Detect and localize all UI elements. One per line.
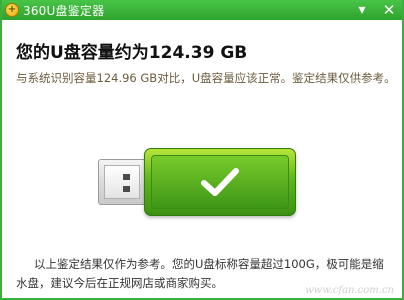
close-icon[interactable]: ✕ — [376, 0, 402, 20]
usb-connector — [98, 159, 150, 205]
window-title: 360U盘鉴定器 — [23, 3, 105, 18]
title-bar[interactable]: + 360U盘鉴定器 ▾ ✕ — [2, 0, 402, 20]
usb-status-panel — [151, 155, 289, 209]
watermark: www.cfan.com.cn — [305, 285, 394, 296]
usb-contact-hole — [123, 186, 130, 192]
usb-contact-hole — [123, 174, 130, 180]
capacity-comparison-text: 与系统识别容量124.96 GB对比，U盘容量应该正常。鉴定结果仅供参考。 — [16, 71, 396, 85]
usb-drive-illustration — [98, 148, 298, 218]
app-logo-glyph: + — [7, 4, 17, 15]
capacity-heading: 您的U盘容量约为124.39 GB — [16, 43, 248, 63]
check-icon — [201, 168, 239, 196]
usb-connector-face — [104, 165, 140, 199]
usb-body — [144, 148, 296, 216]
window-controls: ▾ ✕ — [348, 0, 402, 20]
app-window: + 360U盘鉴定器 ▾ ✕ 您的U盘容量约为124.39 GB 与系统识别容量… — [0, 0, 404, 300]
dropdown-arrow-icon[interactable]: ▾ — [348, 0, 376, 20]
app-logo-icon: + — [5, 3, 19, 17]
